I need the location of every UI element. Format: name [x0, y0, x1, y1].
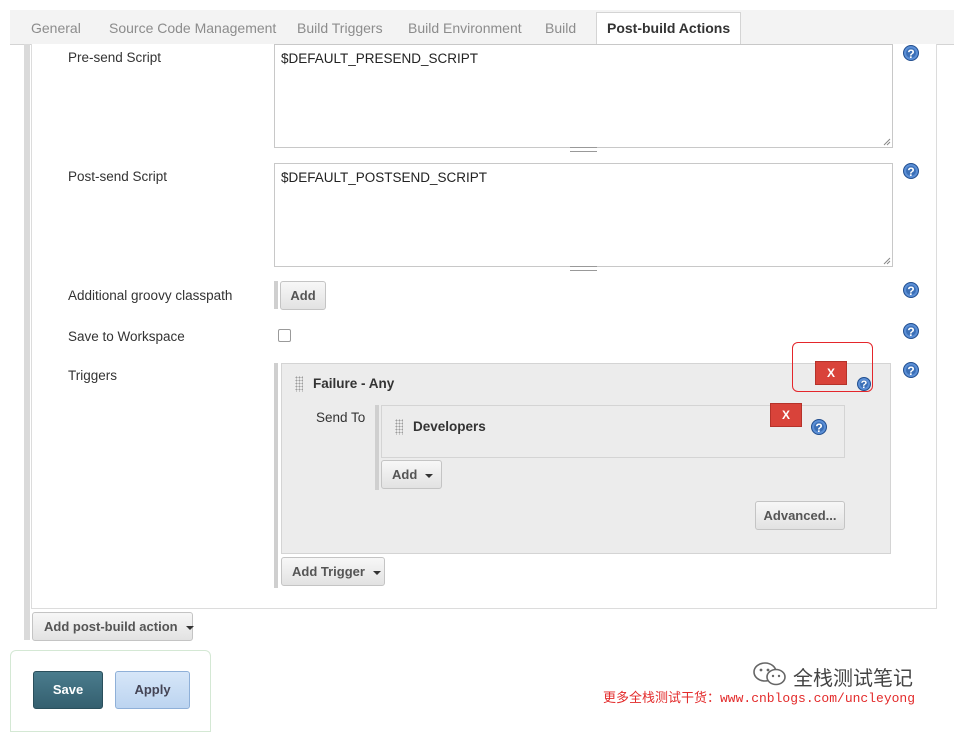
remove-trigger-button[interactable]: X [815, 361, 847, 385]
save-button[interactable]: Save [33, 671, 103, 709]
add-post-build-action-label: Add post-build action [44, 619, 178, 634]
save-to-workspace-label: Save to Workspace [68, 329, 185, 344]
add-recipient-button[interactable]: Add [381, 460, 442, 489]
tab-build[interactable]: Build [545, 10, 576, 44]
help-icon[interactable]: ? [857, 377, 871, 391]
help-icon[interactable]: ? [811, 419, 827, 435]
tab-source-code-management[interactable]: Source Code Management [109, 10, 276, 44]
triggers-group-strip [274, 363, 278, 588]
presend-script-label: Pre-send Script [68, 50, 162, 65]
resize-corner-icon[interactable] [883, 138, 891, 146]
chevron-down-icon [372, 570, 381, 575]
presend-resize-grip[interactable] [570, 147, 597, 152]
postsend-script-label: Post-send Script [68, 169, 168, 184]
save-to-workspace-checkbox[interactable] [278, 329, 291, 342]
postsend-resize-grip[interactable] [570, 266, 597, 271]
chevron-down-icon [185, 625, 194, 630]
watermark-promo: 更多全栈测试干货：www.cnblogs.com/uncleyong [603, 691, 916, 706]
remove-recipient-button[interactable]: X [770, 403, 802, 427]
send-to-group-strip [375, 405, 379, 490]
add-trigger-label: Add Trigger [292, 564, 365, 579]
classpath-label: Additional groovy classpath [68, 288, 233, 303]
presend-script-textarea[interactable]: $DEFAULT_PRESEND_SCRIPT [274, 44, 893, 148]
tab-general[interactable]: General [31, 10, 81, 44]
tab-bar: General Source Code Management Build Tri… [10, 10, 954, 47]
trigger-title: Failure - Any [313, 376, 395, 391]
drag-handle-icon[interactable] [395, 419, 403, 435]
resize-corner-icon[interactable] [883, 257, 891, 265]
apply-button[interactable]: Apply [115, 671, 190, 709]
tab-build-environment[interactable]: Build Environment [408, 10, 522, 44]
add-trigger-button[interactable]: Add Trigger [281, 557, 385, 586]
add-post-build-action-button[interactable]: Add post-build action [32, 612, 194, 641]
drag-handle-icon[interactable] [295, 376, 303, 392]
section-left-border [24, 44, 30, 640]
help-icon[interactable]: ? [903, 163, 919, 179]
tab-post-build-actions[interactable]: Post-build Actions [596, 12, 742, 47]
recipient-title: Developers [413, 419, 486, 434]
send-to-label: Send To [316, 410, 366, 425]
classpath-group-strip [274, 281, 278, 309]
help-icon[interactable]: ? [903, 362, 919, 378]
tab-build-triggers[interactable]: Build Triggers [297, 10, 383, 44]
classpath-add-button[interactable]: Add [280, 281, 326, 310]
chevron-down-icon [425, 473, 434, 478]
triggers-label: Triggers [68, 368, 118, 383]
help-icon[interactable]: ? [903, 323, 919, 339]
postsend-script-textarea[interactable]: $DEFAULT_POSTSEND_SCRIPT [274, 163, 893, 267]
help-icon[interactable]: ? [903, 282, 919, 298]
advanced-button[interactable]: Advanced... [755, 501, 845, 530]
help-icon[interactable]: ? [903, 45, 919, 61]
wechat-icon [753, 662, 786, 686]
add-recipient-label: Add [392, 467, 418, 482]
